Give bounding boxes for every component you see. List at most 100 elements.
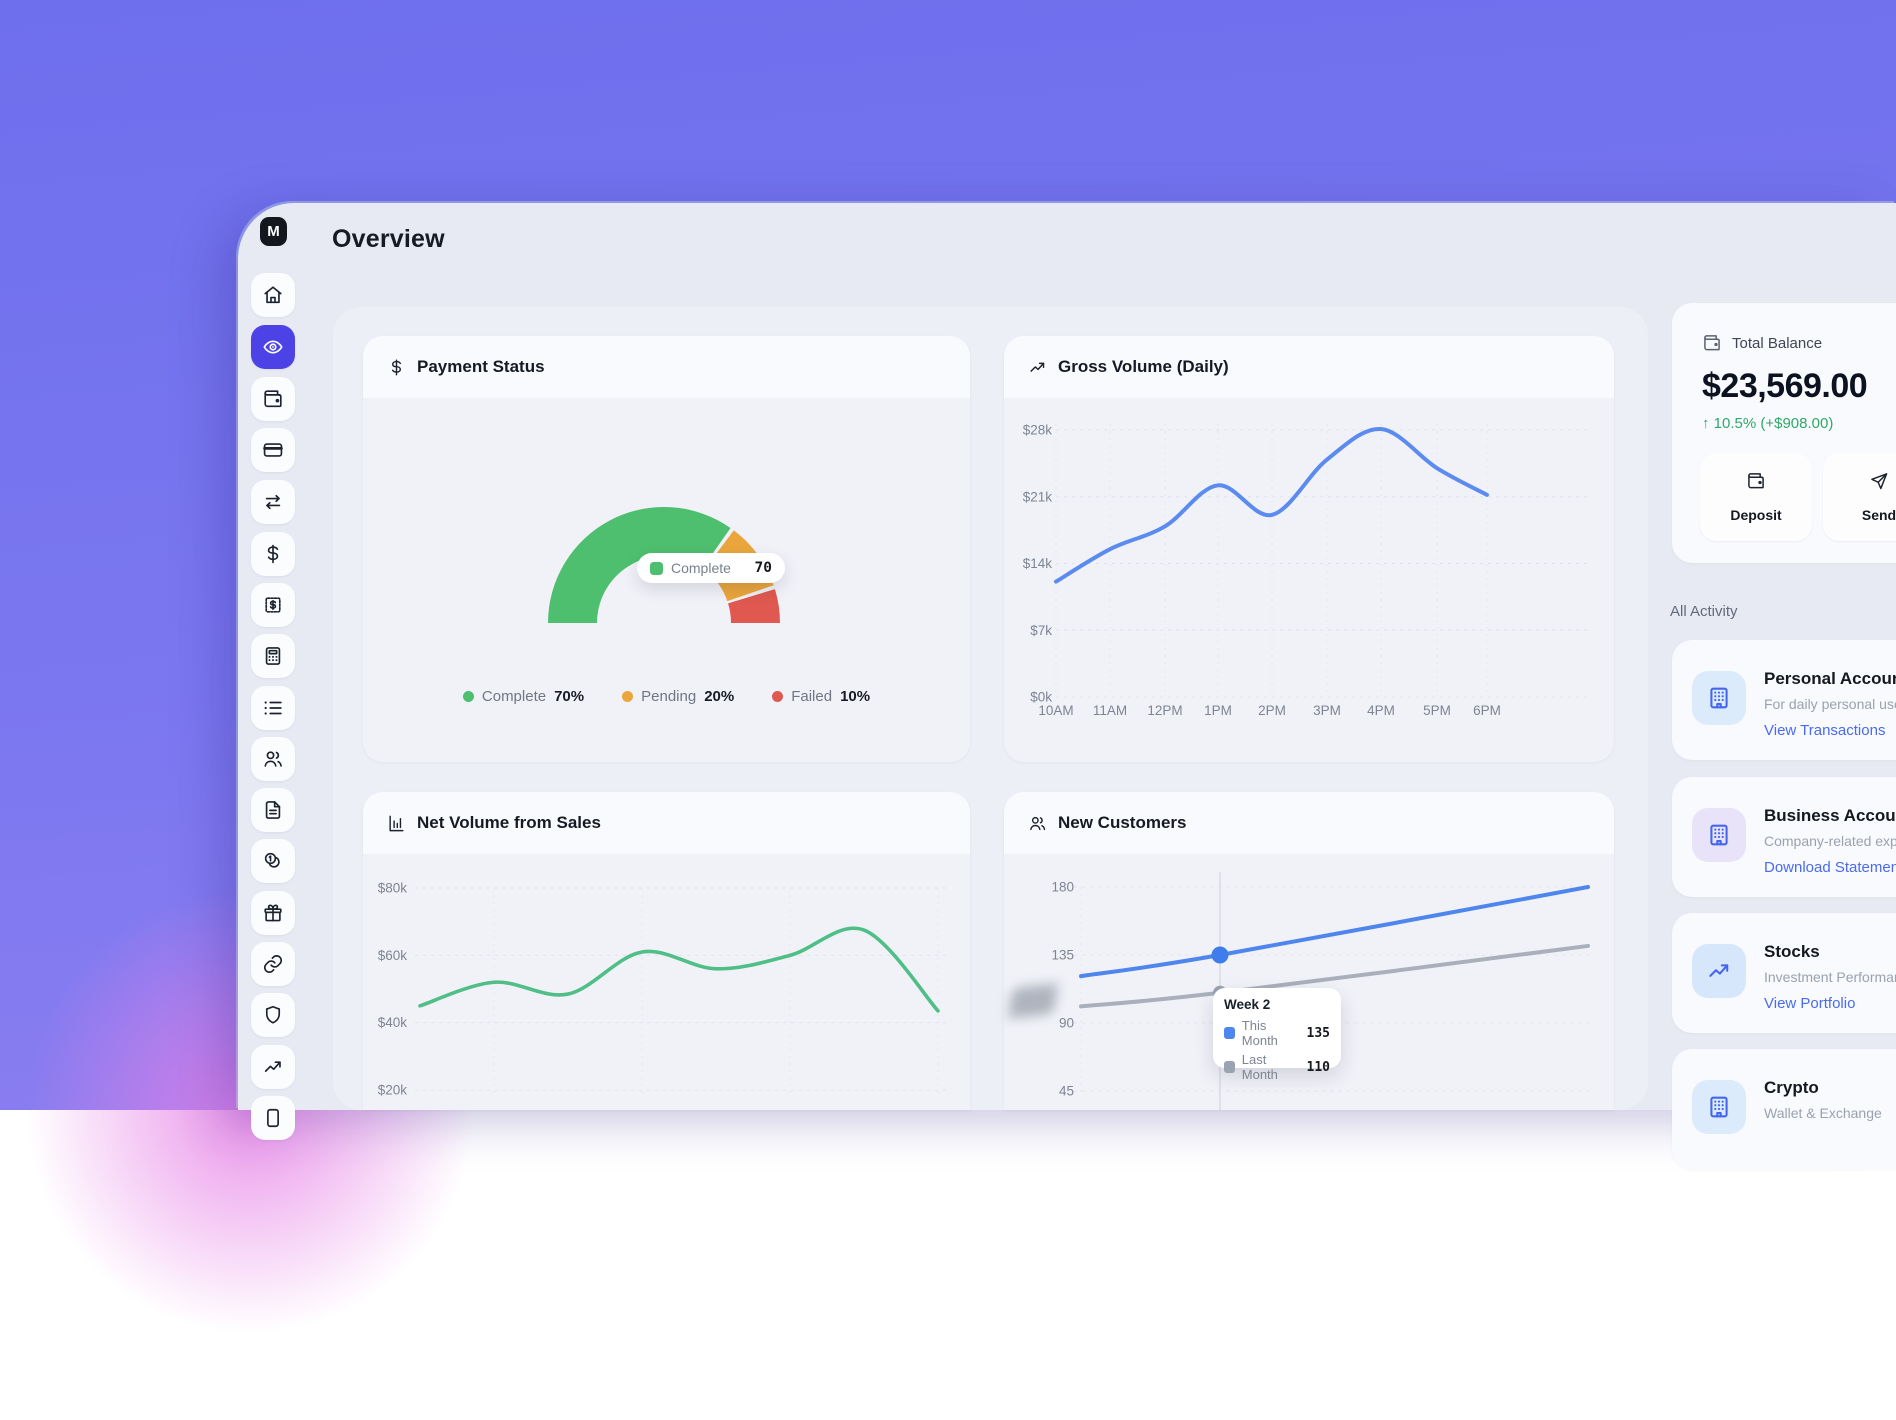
sidebar-item-overview[interactable] — [251, 325, 295, 369]
app-logo: M — [260, 217, 287, 246]
legend-swatch — [650, 562, 663, 575]
balance-delta: ↑ 10.5% (+$908.00) — [1702, 415, 1833, 432]
sidebar-item-list[interactable] — [251, 686, 295, 730]
sidebar-item-calculator[interactable] — [251, 634, 295, 678]
users-icon — [262, 748, 284, 770]
activity-item-stocks[interactable]: Stocks Investment Performance View Portf… — [1672, 913, 1896, 1033]
svg-text:$0k: $0k — [1030, 690, 1052, 705]
send-icon — [1869, 471, 1889, 491]
sidebar-item-payments[interactable] — [251, 532, 295, 576]
icon-tile — [1692, 944, 1746, 998]
svg-text:1PM: 1PM — [1204, 703, 1232, 718]
card-title: New Customers — [1058, 813, 1186, 833]
svg-text:$40k: $40k — [378, 1015, 408, 1030]
tooltip-row: Last Month 110 — [1224, 1052, 1330, 1082]
calculator-icon — [262, 645, 284, 667]
svg-text:$21k: $21k — [1023, 489, 1053, 504]
view-portfolio-link[interactable]: View Portfolio — [1764, 995, 1855, 1012]
dollar-icon — [262, 543, 284, 565]
net-volume-header: Net Volume from Sales — [363, 792, 970, 854]
dashboard-panel: M Overview — [238, 203, 1896, 1110]
sidebar-item-rewards[interactable] — [251, 891, 295, 935]
send-button[interactable]: Send — [1823, 453, 1896, 541]
download-statements-link[interactable]: Download Statements — [1764, 859, 1896, 876]
charts-wrapper: Payment Status Complete 70 Complete 70% … — [333, 307, 1648, 1110]
svg-text:$60k: $60k — [378, 948, 408, 963]
trending-up-icon — [262, 1056, 284, 1078]
sidebar-item-cards[interactable] — [251, 428, 295, 472]
gross-volume-line-chart: $0k$7k$14k$21k$28k10AM11AM12PM1PM2PM3PM4… — [1004, 336, 1614, 762]
building-icon — [1706, 685, 1732, 711]
building-icon — [1706, 1094, 1732, 1120]
svg-text:5PM: 5PM — [1423, 703, 1451, 718]
svg-text:3PM: 3PM — [1313, 703, 1341, 718]
series-swatch — [1224, 1027, 1235, 1039]
payment-status-card: Payment Status Complete 70 Complete 70% … — [363, 336, 970, 762]
sidebar-item-more[interactable] — [251, 1096, 295, 1140]
new-customers-card: New Customers 45 90 135 180 Week 2 This Mon… — [1004, 792, 1614, 1110]
svg-text:$7k: $7k — [1030, 623, 1052, 638]
gauge-legend: Complete 70% Pending 20% Failed 10% — [363, 688, 970, 705]
gross-volume-card: Gross Volume (Daily) $0k$7k$14k$21k$28k1… — [1004, 336, 1614, 762]
view-transactions-link[interactable]: View Transactions — [1764, 722, 1885, 739]
icon-tile — [1692, 1080, 1746, 1134]
sidebar-item-security[interactable] — [251, 993, 295, 1037]
list-icon — [262, 697, 284, 719]
file-text-icon — [262, 799, 284, 821]
new-customers-header: New Customers — [1004, 792, 1614, 854]
shield-icon — [262, 1004, 284, 1026]
blur-smudge — [1008, 983, 1058, 1018]
sidebar-item-documents[interactable] — [251, 788, 295, 832]
activity-item-business[interactable]: Business Account Company-related expense… — [1672, 777, 1896, 897]
svg-text:$80k: $80k — [378, 881, 408, 896]
sidebar-item-wallet[interactable] — [251, 377, 295, 421]
svg-text:2PM: 2PM — [1258, 703, 1286, 718]
sidebar-item-links[interactable] — [251, 942, 295, 986]
gauge-tooltip: Complete 70 — [637, 553, 785, 583]
eye-icon — [262, 336, 284, 358]
sidebar-item-customers[interactable] — [251, 737, 295, 781]
sidebar-item-transfers[interactable] — [251, 480, 295, 524]
svg-text:12PM: 12PM — [1147, 703, 1182, 718]
net-volume-card: Net Volume from Sales $20k$40k$60k$80k — [363, 792, 970, 1110]
svg-text:45: 45 — [1059, 1084, 1074, 1099]
bar-chart-icon — [387, 814, 406, 833]
home-icon — [262, 284, 284, 306]
legend-item: Complete 70% — [463, 688, 584, 705]
icon-tile — [1692, 671, 1746, 725]
svg-text:90: 90 — [1059, 1016, 1074, 1031]
receipt-icon — [262, 594, 284, 616]
svg-text:6PM: 6PM — [1473, 703, 1501, 718]
svg-text:180: 180 — [1051, 880, 1074, 895]
wallet-icon — [1702, 333, 1722, 353]
users-icon — [1028, 814, 1047, 833]
wallet-icon — [1746, 471, 1766, 491]
sidebar-item-invoices[interactable] — [251, 583, 295, 627]
legend-item: Pending 20% — [622, 688, 734, 705]
page-title: Overview — [332, 225, 445, 254]
card-title: Gross Volume (Daily) — [1058, 357, 1229, 377]
tooltip-row: This Month 135 — [1224, 1018, 1330, 1048]
link-icon — [262, 953, 284, 975]
deposit-button[interactable]: Deposit — [1700, 453, 1812, 541]
gross-volume-header: Gross Volume (Daily) — [1004, 336, 1614, 398]
sidebar-item-analytics[interactable] — [251, 1045, 295, 1089]
svg-text:135: 135 — [1051, 948, 1074, 963]
card-title: Payment Status — [417, 357, 545, 377]
sidebar-item-home[interactable] — [251, 273, 295, 317]
activity-item-personal[interactable]: Personal Account For daily personal use … — [1672, 640, 1896, 760]
gift-icon — [262, 902, 284, 924]
transfer-arrows-icon — [262, 491, 284, 513]
building-icon — [1706, 822, 1732, 848]
svg-text:$14k: $14k — [1023, 556, 1053, 571]
icon-tile — [1692, 808, 1746, 862]
trending-up-icon — [1028, 358, 1047, 377]
coins-icon — [262, 850, 284, 872]
total-balance-card: Total Balance $23,569.00 ↑ 10.5% (+$908.… — [1672, 303, 1896, 563]
activity-item-crypto[interactable]: Crypto Wallet & Exchange — [1672, 1049, 1896, 1169]
device-icon — [262, 1107, 284, 1129]
customers-tooltip: Week 2 This Month 135 Last Month 110 — [1213, 988, 1341, 1068]
wallet-icon — [262, 388, 284, 410]
series-swatch — [1224, 1061, 1235, 1073]
sidebar-item-coins[interactable] — [251, 839, 295, 883]
